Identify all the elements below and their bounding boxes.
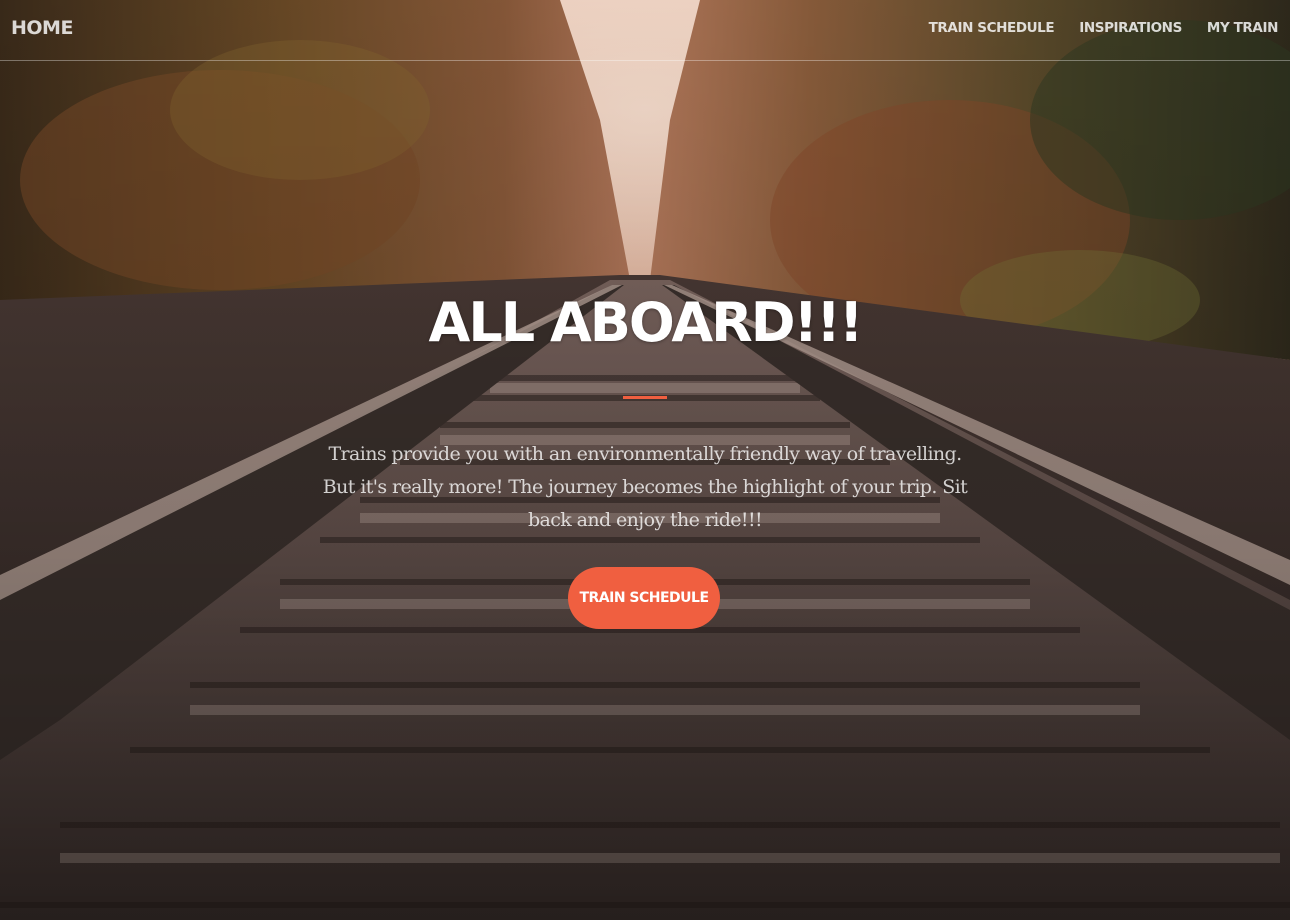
nav-links: TRAIN SCHEDULE INSPIRATIONS MY TRAIN [929, 20, 1279, 36]
hero-section: HOME TRAIN SCHEDULE INSPIRATIONS MY TRAI… [0, 0, 1290, 920]
hero-heading: ALL ABOARD!!! [428, 291, 864, 354]
heading-divider [623, 396, 667, 399]
home-link[interactable]: HOME [11, 17, 73, 39]
nav-link-my-train[interactable]: MY TRAIN [1207, 20, 1278, 36]
hero-description: Trains provide you with an environmental… [322, 443, 968, 531]
nav-link-train-schedule[interactable]: TRAIN SCHEDULE [929, 20, 1055, 36]
top-navbar: HOME TRAIN SCHEDULE INSPIRATIONS MY TRAI… [0, 0, 1290, 61]
train-schedule-button[interactable]: TRAIN SCHEDULE [568, 567, 720, 629]
nav-link-inspirations[interactable]: INSPIRATIONS [1079, 20, 1182, 36]
